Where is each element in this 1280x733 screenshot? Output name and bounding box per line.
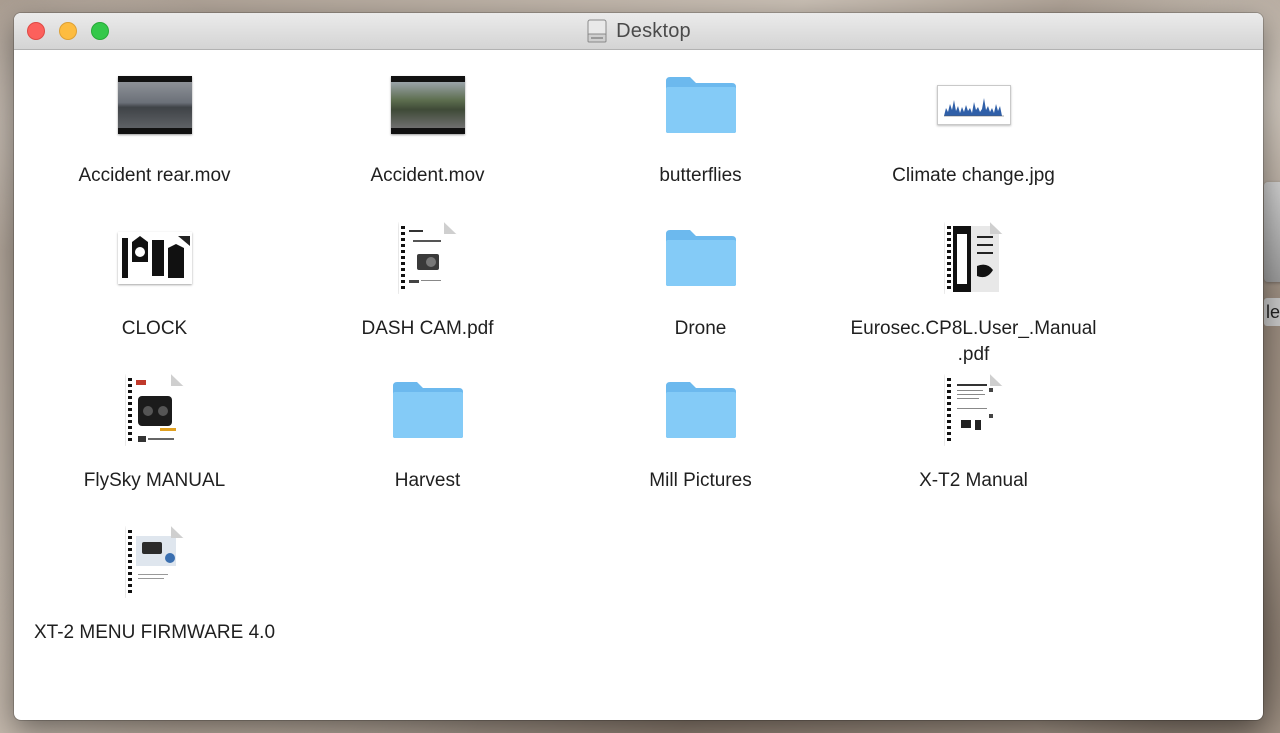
file-item[interactable]: FlySky MANUAL: [18, 370, 291, 520]
background-desktop-icon[interactable]: [1264, 182, 1280, 282]
file-item[interactable]: CLOCK: [18, 218, 291, 368]
folder-item[interactable]: Harvest: [291, 370, 564, 520]
file-name: Accident.mov: [370, 165, 485, 186]
folder-name: Harvest: [394, 470, 461, 491]
window-title: Desktop: [14, 13, 1263, 49]
folder-name: butterflies: [659, 165, 742, 186]
file-name: CLOCK: [121, 318, 188, 339]
image-thumbnail-icon: [117, 232, 192, 284]
image-thumbnail-icon: [936, 85, 1011, 125]
folder-item[interactable]: butterflies: [564, 65, 837, 215]
background-desktop-label: le: [1264, 298, 1280, 326]
file-name: Eurosec.CP8L.User_.Manual .pdf: [850, 318, 1097, 365]
title-bar[interactable]: Desktop: [14, 13, 1263, 50]
finder-window: Desktop Accident rear.mov Accident.mov b…: [14, 13, 1263, 720]
file-item[interactable]: Accident.mov: [291, 65, 564, 215]
file-item[interactable]: Eurosec.CP8L.User_.Manual .pdf: [837, 218, 1110, 368]
video-thumbnail-icon: [390, 76, 465, 134]
pdf-document-icon: [944, 374, 1003, 446]
folder-icon: [392, 382, 463, 438]
file-item[interactable]: Accident rear.mov: [18, 65, 291, 215]
file-item[interactable]: XT-2 MENU FIRMWARE 4.0: [18, 522, 291, 672]
file-item[interactable]: Climate change.jpg: [837, 65, 1110, 215]
pdf-document-icon: [125, 374, 184, 446]
icon-view: Accident rear.mov Accident.mov butterfli…: [14, 50, 1263, 720]
hard-drive-icon: [587, 19, 607, 43]
folder-item[interactable]: Mill Pictures: [564, 370, 837, 520]
file-name: Climate change.jpg: [892, 165, 1055, 186]
pdf-document-icon: [398, 222, 457, 294]
file-name: Accident rear.mov: [78, 165, 231, 186]
file-item[interactable]: X-T2 Manual: [837, 370, 1110, 520]
pdf-document-icon: [944, 222, 1003, 294]
folder-icon: [665, 77, 736, 133]
file-item[interactable]: DASH CAM.pdf: [291, 218, 564, 368]
file-name: FlySky MANUAL: [83, 470, 226, 491]
folder-icon: [665, 230, 736, 286]
file-name: X-T2 Manual: [919, 470, 1028, 491]
window-title-text: Desktop: [616, 19, 691, 42]
video-thumbnail-icon: [117, 76, 192, 134]
file-name: DASH CAM.pdf: [361, 318, 494, 339]
folder-item[interactable]: Drone: [564, 218, 837, 368]
folder-name: Drone: [674, 318, 727, 339]
folder-name: Mill Pictures: [649, 470, 752, 491]
file-name: XT-2 MENU FIRMWARE 4.0: [33, 622, 276, 643]
folder-icon: [665, 382, 736, 438]
pdf-document-icon: [125, 526, 184, 598]
